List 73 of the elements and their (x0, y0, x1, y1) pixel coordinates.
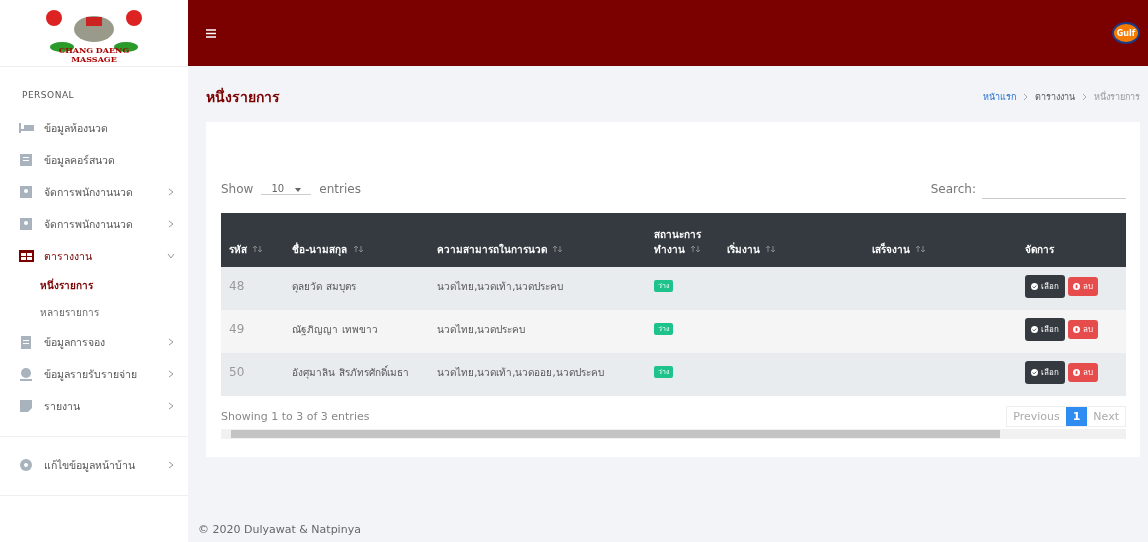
breadcrumb-link[interactable]: หน้าแรก (983, 90, 1016, 104)
column-header[interactable]: สถานะการทำงาน (646, 213, 719, 267)
chevron-icon (1082, 93, 1087, 101)
sort-icon[interactable] (353, 245, 363, 253)
note-icon (18, 398, 34, 414)
footer-text: © 2020 Dulyawat & Natpinya (197, 523, 362, 538)
table-cell: ณัฐภิญญา เทพขาว (284, 310, 430, 353)
chevron-icon (168, 338, 174, 346)
logo: CHANG DAENG MASSAGE (0, 0, 188, 67)
sidebar-subitem[interactable]: หนึ่งรายการ (0, 272, 188, 299)
settings-icon (18, 457, 34, 473)
chevron-icon (168, 461, 174, 469)
delete-button[interactable]: ลบ (1068, 320, 1099, 339)
chevron-icon (167, 253, 175, 259)
table-cell: นวดไทย,นวดเท้า,นวดประคบ (429, 267, 647, 310)
list-icon (18, 152, 34, 168)
check-circle-icon (1031, 283, 1039, 290)
sort-icon[interactable] (253, 245, 262, 253)
sort-icon[interactable] (691, 245, 701, 253)
sort-icon[interactable] (915, 245, 925, 253)
table-cell: ดุลยวัด สมบุตร (284, 267, 430, 310)
table-cell: 49 (221, 310, 285, 353)
table-info: Showing 1 to 3 of 3 entries (221, 410, 370, 423)
sidebar-item[interactable]: จัดการพนักงานนวด (0, 176, 188, 208)
sidebar-item[interactable]: ข้อมูลการจอง (0, 326, 188, 358)
column-header[interactable]: เริ่มงาน (718, 213, 864, 267)
horizontal-scrollbar[interactable] (221, 429, 1126, 439)
chevron-icon (168, 370, 174, 378)
entries-label: entries (319, 181, 361, 196)
column-header[interactable]: เสร็จงาน (863, 213, 1018, 267)
caret-icon (295, 187, 302, 192)
delete-button[interactable]: ลบ (1068, 277, 1099, 296)
show-label: Show (221, 181, 254, 196)
chevron-icon (168, 188, 174, 196)
page-size-select[interactable]: 10 (261, 182, 312, 195)
chevron-icon (1023, 93, 1028, 101)
select-button[interactable]: เลือก (1025, 361, 1066, 384)
breadcrumb-item: หนึ่งรายการ (1094, 90, 1140, 104)
page-title: หนึ่งรายการ (206, 86, 280, 107)
table-cell: 48 (221, 267, 285, 310)
sidebar-subitem[interactable]: หลายรายการ (0, 299, 188, 326)
column-header[interactable]: รหัส (221, 213, 285, 267)
select-button[interactable]: เลือก (1025, 318, 1066, 341)
clipboard-icon (18, 334, 34, 350)
breadcrumb-item: ตารางงาน (1035, 91, 1075, 104)
sidebar-item[interactable]: จัดการพนักงานนวด (0, 208, 188, 240)
check-circle-icon (1031, 326, 1039, 333)
delete-button[interactable]: ลบ (1068, 363, 1099, 382)
table-cell: 50 (221, 353, 285, 396)
column-header[interactable]: ความสามารถในการนวด (429, 213, 647, 267)
sidebar-item[interactable]: ข้อมูลคอร์สนวด (0, 144, 188, 176)
sidebar-item[interactable]: รายงาน (0, 390, 188, 422)
select-button[interactable]: เลือก (1025, 275, 1066, 298)
brand-badge: Gulf (1112, 22, 1140, 44)
chevron-icon (168, 402, 174, 410)
column-header[interactable]: จัดการ (1017, 213, 1126, 267)
table-cell: อังศุมาลิน สิรภัทรศักดิ์เมธา (284, 353, 430, 396)
sidebar-item[interactable]: ตารางงาน (0, 240, 188, 272)
table-cell: นวดไทย,นวดเท้า,นวดออย,นวดประคบ (429, 353, 647, 396)
sort-icon[interactable] (765, 245, 775, 253)
check-circle-icon (1031, 369, 1039, 376)
sidebar-item[interactable]: ข้อมูลห้องนวด (0, 112, 188, 144)
search-label: Search: (930, 181, 976, 196)
sort-icon[interactable] (553, 245, 563, 253)
chevron-icon (168, 220, 174, 228)
column-header[interactable]: ชื่อ-นามสกุล (284, 213, 430, 267)
table-cell: นวดไทย,นวดประคบ (429, 310, 647, 353)
table-icon (18, 248, 34, 264)
bed-icon (18, 120, 34, 136)
sidebar-heading: PERSONAL (21, 89, 76, 102)
sidebar-item[interactable]: แก้ไขข้อมูลหน้าบ้าน (0, 449, 188, 481)
sidebar-item[interactable]: ข้อมูลรายรับรายจ่าย (0, 358, 188, 390)
menu-icon[interactable] (206, 28, 216, 38)
